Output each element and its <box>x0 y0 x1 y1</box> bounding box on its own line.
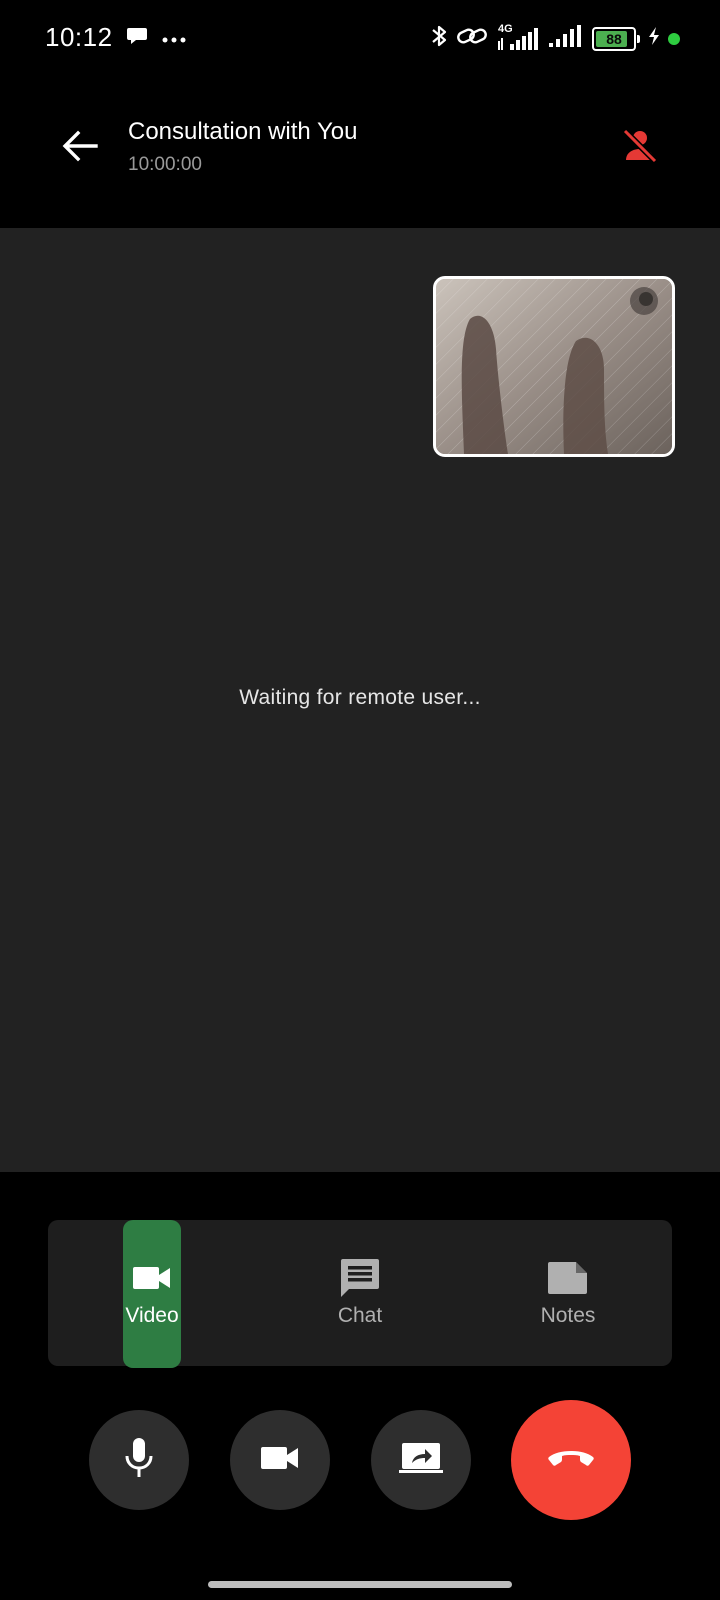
home-indicator[interactable] <box>208 1581 512 1588</box>
battery-icon: 88 <box>592 26 636 51</box>
chat-icon <box>339 1258 381 1298</box>
call-end-icon <box>546 1447 596 1474</box>
chat-bubble-icon <box>126 26 148 51</box>
local-video-preview[interactable] <box>433 276 675 457</box>
signal-4g-icon: 4G <box>496 23 540 52</box>
call-tab-bar: Video Chat Notes <box>48 1220 672 1368</box>
status-right-icons: 4G 88 <box>430 22 680 55</box>
end-call-button[interactable] <box>511 1400 631 1520</box>
link-icon <box>456 25 488 52</box>
remote-user-status <box>616 124 664 172</box>
tab-notes-label: Notes <box>540 1304 596 1327</box>
tab-chat[interactable]: Chat <box>256 1220 464 1366</box>
mic-icon <box>122 1436 156 1485</box>
page-title: Consultation with You <box>128 118 358 145</box>
green-dot-icon <box>668 32 680 45</box>
person-off-icon <box>620 126 660 171</box>
battery-level: 88 <box>606 30 622 47</box>
videocam-icon <box>132 1258 172 1298</box>
battery-cap <box>637 34 640 43</box>
tab-video[interactable]: Video <box>48 1220 256 1368</box>
waiting-message: Waiting for remote user... <box>239 686 481 709</box>
screen-share-icon <box>398 1441 444 1480</box>
tab-chat-label: Chat <box>337 1304 383 1327</box>
tab-notes[interactable]: Notes <box>464 1220 672 1366</box>
back-button[interactable] <box>56 124 104 172</box>
call-timer: 10:00:00 <box>128 154 202 175</box>
mic-toggle-button[interactable] <box>89 1410 189 1510</box>
arrow-left-icon <box>62 130 98 167</box>
call-header: Consultation with You 10:00:00 <box>0 80 720 228</box>
note-icon <box>547 1258 589 1298</box>
remote-video-area: Waiting for remote user... <box>0 228 720 1172</box>
charging-icon <box>648 26 660 51</box>
videocam-icon <box>260 1444 300 1477</box>
local-camera-feed <box>436 279 672 454</box>
bluetooth-icon <box>430 22 448 55</box>
signal-icon <box>548 23 584 54</box>
tab-video-label: Video <box>125 1304 179 1327</box>
camera-toggle-button[interactable] <box>230 1410 330 1510</box>
status-left-icons <box>126 26 186 51</box>
call-controls <box>0 1400 720 1520</box>
status-bar: 10:12 4G 88 <box>0 0 720 80</box>
screen-share-button[interactable] <box>371 1410 471 1510</box>
more-dots-icon <box>162 30 186 48</box>
status-time: 10:12 <box>45 22 113 52</box>
